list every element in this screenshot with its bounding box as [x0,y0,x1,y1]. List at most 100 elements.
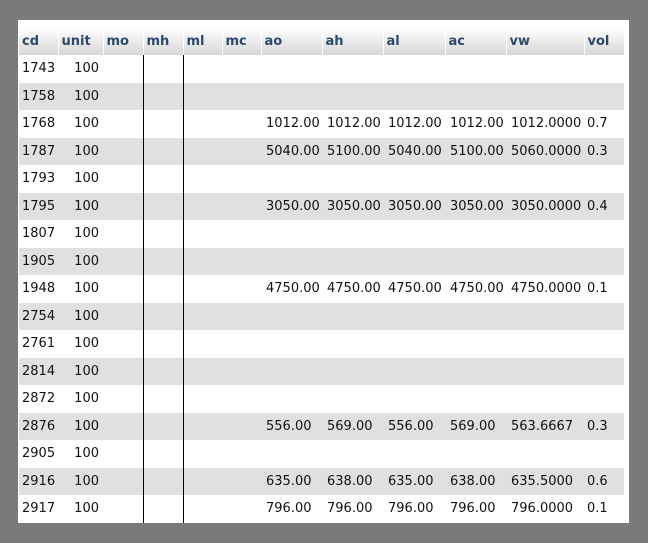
column-header-mh[interactable]: mh [143,28,184,55]
cell-vw: 3050.0000 [506,192,584,220]
table-row[interactable]: 2917 100 796.00 796.00 796.00 796.00 796.0000 0… [19,495,624,523]
cell-vw: 4750.0000 [511,281,582,297]
cell-unit: 100 [58,412,103,440]
cell-unit: 100 [58,247,103,275]
cell-ah [322,302,383,330]
cell-ac: 5100.00 [445,137,506,165]
cell-unit: 100 [74,61,99,77]
cell-ah [322,440,383,468]
column-header-ac[interactable]: ac [445,28,507,55]
cell-al [383,165,445,193]
cell-vw: 635.5000 [506,467,584,495]
table-row[interactable]: 1787 100 5040.00 5100.00 5040.00 5100.00 5060.… [19,137,624,165]
cell-ml [183,385,222,413]
table-row[interactable]: 1743 100 [19,55,624,83]
cell-cd: 2917 [22,501,56,517]
column-header-cd[interactable]: cd [19,28,59,55]
cell-vw: 5060.0000 [506,137,584,165]
cell-cd: 1795 [19,192,58,220]
table-row[interactable]: 2754 100 [19,302,624,330]
cell-cd: 1743 [22,61,56,77]
cell-ml [183,467,222,495]
cell-ao [261,440,322,468]
cell-al: 5040.00 [383,137,445,165]
table-row[interactable]: 2905 100 [19,440,624,468]
cell-vw [506,385,584,413]
table-row[interactable]: 2814 100 [19,357,624,385]
cell-vol: 0.4 [584,192,624,220]
cell-mh [143,495,184,523]
column-header-ah[interactable]: ah [322,28,384,55]
cell-unit: 100 [58,192,103,220]
cell-mh [143,55,184,83]
cell-cd: 1807 [22,226,56,242]
cell-vol [584,302,624,330]
table-row[interactable]: 1948 100 4750.00 4750.00 4750.00 4750.00 4750.… [19,275,624,303]
column-header-al[interactable]: al [383,28,446,55]
cell-ml [183,357,222,385]
table-row[interactable]: 1905 100 [19,247,624,275]
cell-vol [584,82,624,110]
table-row[interactable]: 1768 100 1012.00 1012.00 1012.00 1012.00 1012.… [19,110,624,138]
cell-ml [183,247,222,275]
column-header-mo[interactable]: mo [103,28,144,55]
cell-unit: 100 [74,446,99,462]
cell-mh [143,137,184,165]
cell-al: 1012.00 [388,116,442,132]
column-header-ao[interactable]: ao [261,28,323,55]
column-header-unit[interactable]: unit [58,28,104,55]
cell-mc [222,275,261,303]
cell-mh [143,412,184,440]
table-row[interactable]: 2916 100 635.00 638.00 635.00 638.00 635.5000 0… [19,467,624,495]
cell-mo [103,220,144,248]
table-row[interactable]: 1793 100 [19,165,624,193]
table-row[interactable]: 2872 100 [19,385,624,413]
column-header-vw[interactable]: vw [506,28,585,55]
cell-ao [261,165,322,193]
table-row[interactable]: 1795 100 3050.00 3050.00 3050.00 3050.00 3050.… [19,192,624,220]
table-row[interactable]: 2761 100 [19,330,624,358]
cell-mh [143,275,184,303]
cell-mc [222,385,261,413]
cell-ah: 796.00 [327,501,373,517]
cell-mc [222,467,261,495]
cell-ml [183,55,222,83]
cell-cd: 1768 [22,116,56,132]
cell-al [383,302,445,330]
column-header-mc[interactable]: mc [222,28,262,55]
cell-ah: 3050.00 [322,192,383,220]
cell-ah: 1012.00 [327,116,381,132]
cell-ac: 796.00 [450,501,496,517]
cell-vw [506,330,584,358]
cell-ah [322,165,383,193]
table-row[interactable]: 1758 100 [19,82,624,110]
table-row[interactable]: 2876 100 556.00 569.00 556.00 569.00 563.6667 0… [19,412,624,440]
cell-mo [103,412,144,440]
cell-ac [445,440,506,468]
cell-ac [445,385,506,413]
cell-mc [222,412,261,440]
cell-ah [322,82,383,110]
cell-mh [143,385,184,413]
table-panel: cd unit mo mh ml mc ao ah al ac vw vol 1… [18,20,629,523]
cell-unit: 100 [58,137,103,165]
cell-mh [143,467,184,495]
cell-vw [506,247,584,275]
cell-ml [183,192,222,220]
cell-ao: 1012.00 [266,116,320,132]
cell-ao [261,385,322,413]
cell-ah: 4750.00 [327,281,381,297]
cell-mo [103,275,144,303]
cell-ah [322,330,383,358]
cell-ao [261,357,322,385]
cell-mc [222,302,261,330]
column-header-vol[interactable]: vol [584,28,625,55]
cell-ml [183,220,222,248]
cell-mc [222,137,261,165]
column-header-ml[interactable]: ml [183,28,223,55]
cell-cd: 2872 [22,391,56,407]
cell-unit: 100 [58,357,103,385]
table-row[interactable]: 1807 100 [19,220,624,248]
cell-mo [103,137,144,165]
cell-ac: 3050.00 [445,192,506,220]
